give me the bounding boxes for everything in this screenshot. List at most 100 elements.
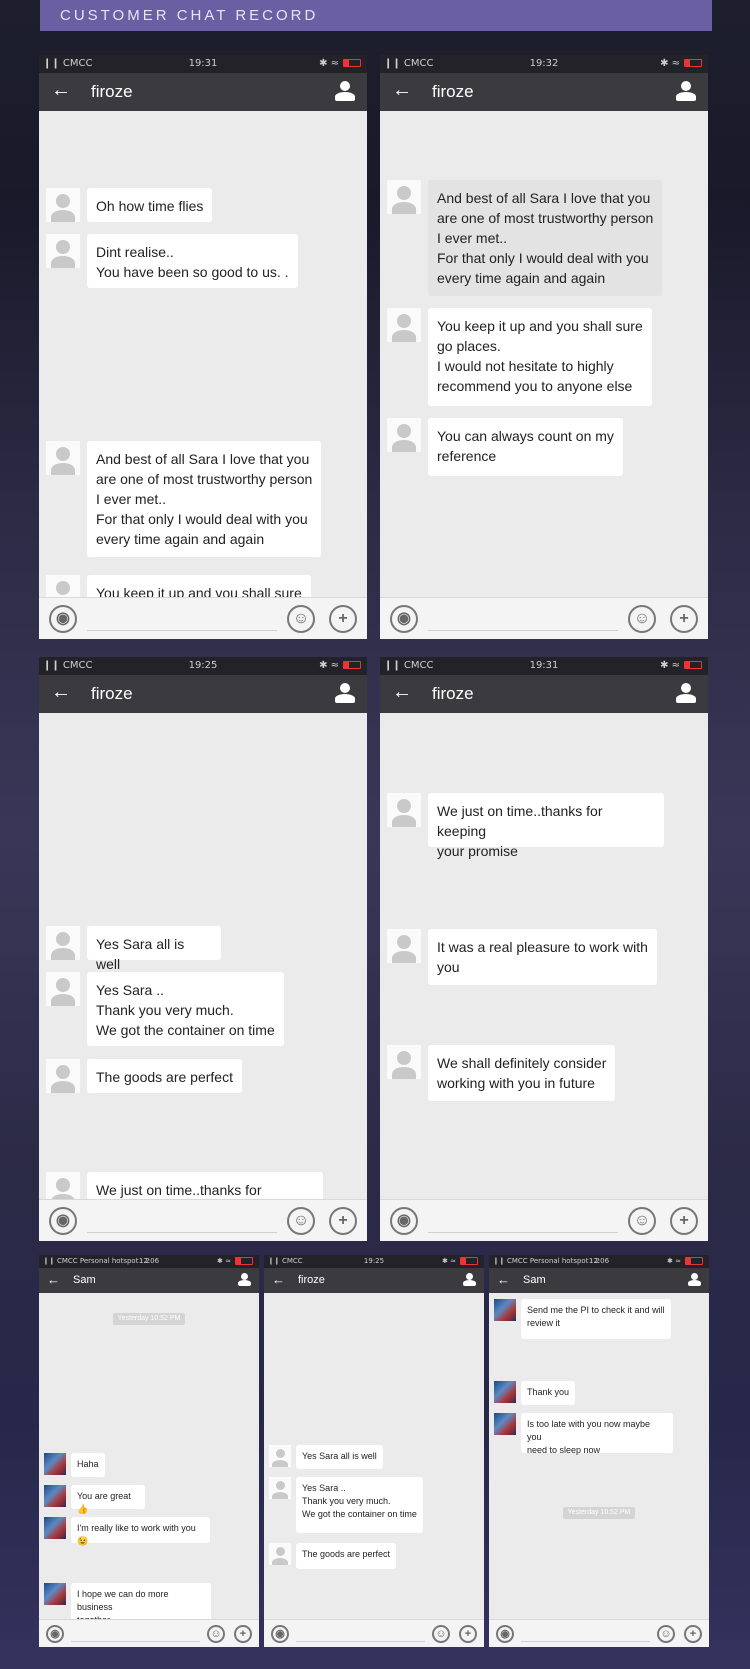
back-arrow-icon[interactable]: ← (392, 681, 412, 704)
back-arrow-icon[interactable]: ← (51, 79, 71, 102)
voice-icon[interactable]: ◉ (271, 1625, 289, 1643)
input-bar: ◉ ☺ + (39, 1619, 259, 1647)
emoji-icon[interactable]: ☺ (628, 605, 656, 633)
chat-header: ← firoze (380, 675, 708, 713)
voice-icon[interactable]: ◉ (49, 605, 77, 633)
avatar-body-shape (392, 330, 416, 342)
avatar-head-shape (397, 935, 411, 949)
status-bar: ❙❙ CMCC 19:25 ✱ ≈ (39, 657, 367, 675)
message-input[interactable] (521, 1641, 650, 1642)
emoji-icon[interactable]: ☺ (628, 1207, 656, 1235)
avatar-body-shape (272, 1460, 288, 1467)
emoji-icon[interactable]: ☺ (432, 1625, 450, 1643)
banner-title: CUSTOMER CHAT RECORD (60, 7, 319, 24)
avatar (46, 1172, 80, 1199)
avatar (46, 926, 80, 960)
emoji-icon[interactable]: ☺ (287, 605, 315, 633)
chat-title: firoze (298, 1274, 325, 1286)
avatar (44, 1583, 66, 1605)
message-bubble: The goods are perfect (87, 1059, 242, 1093)
avatar-head-shape (397, 424, 411, 438)
chat-content: appy for you.you grow,and i shall growAn… (380, 111, 708, 597)
contact-profile-icon[interactable] (335, 81, 355, 101)
status-icons: ✱ ≈ (660, 55, 702, 73)
battery-icon (684, 661, 702, 669)
avatar (44, 1517, 66, 1539)
input-bar: ◉ ☺ + (380, 597, 708, 639)
avatar-head-shape (397, 1051, 411, 1065)
chat-header: ← firoze (380, 73, 708, 111)
contact-profile-icon[interactable] (463, 1273, 476, 1286)
avatar (46, 1059, 80, 1093)
avatar (44, 1485, 66, 1507)
voice-icon[interactable]: ◉ (46, 1625, 64, 1643)
emoji-icon[interactable]: ☺ (287, 1207, 315, 1235)
phone-screenshot: ❙❙ CMCC19:32✱ ≈←firozeappy for you.you g… (380, 55, 708, 639)
status-time: 19:31 (188, 58, 218, 69)
message-bubble: Haha (71, 1453, 105, 1477)
plus-icon[interactable]: + (234, 1625, 252, 1643)
contact-profile-icon[interactable] (676, 81, 696, 101)
plus-icon[interactable]: + (670, 1207, 698, 1235)
message-bubble: Yes Sara all is well (87, 926, 221, 972)
banner: CUSTOMER CHAT RECORD (40, 0, 712, 31)
back-arrow-icon[interactable]: ← (51, 681, 71, 704)
profile-body-shape (335, 694, 355, 703)
back-arrow-icon[interactable]: ← (392, 79, 412, 102)
input-bar: ◉ ☺ + (380, 1199, 708, 1241)
avatar-head-shape (276, 1547, 285, 1556)
battery-icon (343, 661, 361, 669)
avatar-body-shape (392, 815, 416, 827)
plus-icon[interactable]: + (329, 605, 357, 633)
contact-profile-icon[interactable] (238, 1273, 251, 1286)
voice-icon[interactable]: ◉ (390, 605, 418, 633)
status-icons: ✱ ≈ (667, 1255, 703, 1268)
avatar-body-shape (51, 994, 75, 1006)
contact-profile-icon[interactable] (335, 683, 355, 703)
chat-title: Sam (523, 1274, 546, 1286)
chat-header: ← firoze (39, 675, 367, 713)
message-input[interactable] (87, 1232, 277, 1233)
voice-icon[interactable]: ◉ (390, 1207, 418, 1235)
contact-profile-icon[interactable] (676, 683, 696, 703)
plus-icon[interactable]: + (459, 1625, 477, 1643)
avatar-head-shape (56, 581, 70, 595)
back-arrow-icon[interactable]: ← (497, 1272, 510, 1287)
avatar-head-shape (397, 314, 411, 328)
plus-icon[interactable]: + (329, 1207, 357, 1235)
avatar (387, 1045, 421, 1079)
profile-body-shape (463, 1280, 476, 1286)
emoji-icon[interactable]: ☺ (207, 1625, 225, 1643)
plus-icon[interactable]: + (684, 1625, 702, 1643)
voice-icon[interactable]: ◉ (496, 1625, 514, 1643)
avatar-head-shape (397, 186, 411, 200)
avatar-body-shape (51, 256, 75, 268)
profile-head-shape (681, 683, 691, 693)
message-bubble: And best of all Sara I love that you are… (428, 180, 663, 296)
emoji-icon[interactable]: ☺ (657, 1625, 675, 1643)
message-input[interactable] (428, 1232, 618, 1233)
voice-icon[interactable]: ◉ (49, 1207, 77, 1235)
status-bar: ❙❙ CMCC Personal hotspot : 2 12:06 ✱ ≈ (39, 1255, 259, 1268)
message-bubble: Yes Sara all is well (296, 1445, 383, 1469)
phone-screenshot: ❙❙ CMCC19:25✱ ≈←firozehi dearhow are u?e… (39, 657, 367, 1241)
avatar-body-shape (392, 1067, 416, 1079)
avatar-head-shape (56, 194, 70, 208)
avatar-body-shape (51, 210, 75, 222)
avatar (46, 188, 80, 222)
message-input[interactable] (428, 630, 618, 631)
profile-body-shape (676, 694, 696, 703)
avatar (387, 180, 421, 214)
avatar-head-shape (56, 1065, 70, 1079)
message-input[interactable] (87, 630, 277, 631)
contact-profile-icon[interactable] (688, 1273, 701, 1286)
message-input[interactable] (296, 1641, 425, 1642)
back-arrow-icon[interactable]: ← (272, 1272, 285, 1287)
date-separator: Yesterday 10:52 PM (563, 1507, 635, 1519)
avatar (46, 972, 80, 1006)
plus-icon[interactable]: + (670, 605, 698, 633)
avatar (269, 1477, 291, 1499)
message-bubble: The goods are perfect (296, 1543, 397, 1569)
message-input[interactable] (71, 1641, 200, 1642)
back-arrow-icon[interactable]: ← (47, 1272, 60, 1287)
